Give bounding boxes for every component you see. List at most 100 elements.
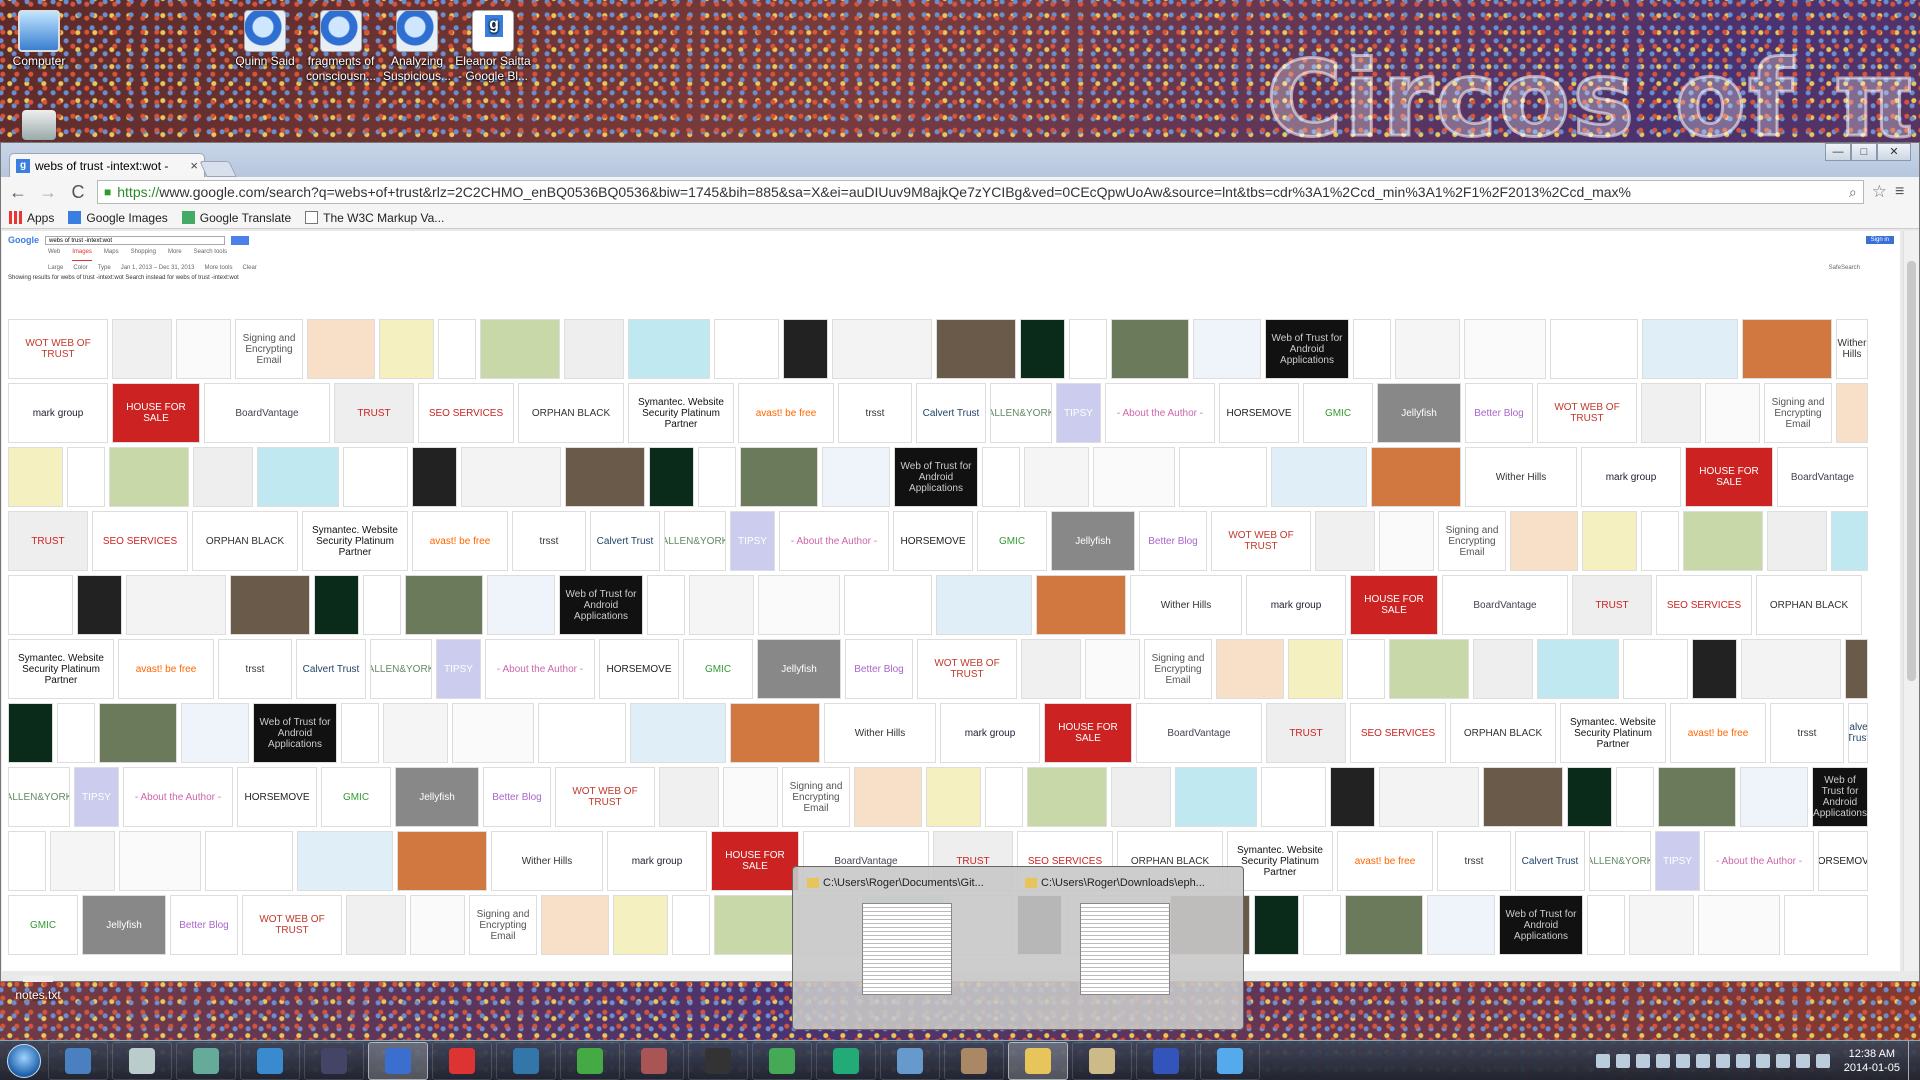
image-result-thumbnail[interactable] (1216, 639, 1284, 699)
image-result-thumbnail[interactable]: HORSEMOVE (893, 511, 973, 571)
safesearch-button[interactable]: SafeSearch (1829, 265, 1860, 271)
image-result-thumbnail[interactable] (480, 319, 560, 379)
image-result-thumbnail[interactable]: GMIC (8, 895, 78, 955)
image-result-thumbnail[interactable]: GMIC (321, 767, 391, 827)
image-result-thumbnail[interactable]: WOT WEB OF TRUST (555, 767, 655, 827)
image-result-thumbnail[interactable]: WOT WEB OF TRUST (1211, 511, 1311, 571)
image-result-thumbnail[interactable]: TRUST (8, 511, 88, 571)
image-result-thumbnail[interactable]: HORSEMOVE (237, 767, 317, 827)
image-result-thumbnail[interactable] (1698, 895, 1780, 955)
image-result-thumbnail[interactable]: mark group (8, 383, 108, 443)
image-result-thumbnail[interactable]: mark group (607, 831, 707, 891)
image-result-thumbnail[interactable]: ALLEN&YORK (664, 511, 726, 571)
image-result-thumbnail[interactable] (1845, 639, 1868, 699)
image-result-thumbnail[interactable]: - About the Author - (123, 767, 233, 827)
google-search-button[interactable] (231, 235, 249, 245)
image-result-thumbnail[interactable] (397, 831, 487, 891)
tray-icon[interactable] (1755, 1053, 1770, 1068)
image-result-thumbnail[interactable] (1567, 767, 1612, 827)
close-button[interactable]: ✕ (1877, 143, 1911, 161)
image-result-thumbnail[interactable]: GMIC (1303, 383, 1373, 443)
image-result-thumbnail[interactable] (1379, 511, 1434, 571)
preview-window-1[interactable]: C:\Users\Roger\Documents\Git... (807, 877, 1007, 995)
tray-icon[interactable] (1655, 1053, 1670, 1068)
image-result-thumbnail[interactable] (1024, 447, 1089, 507)
image-result-thumbnail[interactable]: avast! be free (412, 511, 508, 571)
search-tool-option[interactable]: More tools (204, 265, 232, 271)
taskbar-button-utorrent[interactable] (816, 1041, 876, 1080)
image-result-thumbnail[interactable] (936, 319, 1016, 379)
image-result-thumbnail[interactable] (176, 319, 231, 379)
image-result-thumbnail[interactable] (1740, 767, 1808, 827)
image-result-thumbnail[interactable] (461, 447, 561, 507)
image-result-thumbnail[interactable] (1345, 895, 1423, 955)
image-result-thumbnail[interactable] (822, 447, 890, 507)
page-scrollbar[interactable] (1903, 231, 1919, 971)
image-result-thumbnail[interactable] (67, 447, 105, 507)
image-result-thumbnail[interactable]: Symantec. Website Security Platinum Part… (1560, 703, 1666, 763)
image-result-thumbnail[interactable] (613, 895, 668, 955)
taskbar-button-windows-media[interactable] (176, 1041, 236, 1080)
image-result-thumbnail[interactable] (844, 575, 932, 635)
image-result-thumbnail[interactable] (1642, 319, 1738, 379)
tray-icon[interactable] (1675, 1053, 1690, 1068)
google-tab-more[interactable]: More (168, 249, 182, 261)
tab-close-icon[interactable]: × (190, 158, 198, 173)
image-result-thumbnail[interactable]: avast! be free (738, 383, 834, 443)
image-result-thumbnail[interactable]: Wither Hills (1836, 319, 1868, 379)
image-result-thumbnail[interactable]: BoardVantage (1777, 447, 1868, 507)
image-result-thumbnail[interactable]: ORPHAN BLACK (518, 383, 624, 443)
taskbar-button-camera[interactable] (112, 1041, 172, 1080)
image-result-thumbnail[interactable] (1085, 639, 1140, 699)
image-result-thumbnail[interactable] (50, 831, 115, 891)
image-result-thumbnail[interactable] (1692, 639, 1737, 699)
google-tab-shopping[interactable]: Shopping (131, 249, 156, 261)
taskbar-button-gimp[interactable] (944, 1041, 1004, 1080)
image-result-thumbnail[interactable] (982, 447, 1020, 507)
taskbar-button-python[interactable] (752, 1041, 812, 1080)
image-result-thumbnail[interactable] (109, 447, 189, 507)
image-result-thumbnail[interactable]: SEO SERVICES (1350, 703, 1446, 763)
image-result-thumbnail[interactable] (405, 575, 483, 635)
image-result-thumbnail[interactable]: HORSEMOVE (1219, 383, 1299, 443)
image-result-thumbnail[interactable]: SEO SERVICES (92, 511, 188, 571)
image-result-thumbnail[interactable] (112, 319, 172, 379)
forward-button[interactable]: → (37, 182, 59, 203)
image-result-thumbnail[interactable]: WOT WEB OF TRUST (1537, 383, 1637, 443)
image-result-thumbnail[interactable]: Jellyfish (1051, 511, 1135, 571)
image-result-thumbnail[interactable]: Calvert Trust (1515, 831, 1585, 891)
preview-thumbnail[interactable] (862, 903, 952, 995)
taskbar-button-explorer[interactable] (48, 1041, 108, 1080)
image-result-thumbnail[interactable] (1616, 767, 1654, 827)
image-result-thumbnail[interactable]: Web of Trust for Android Applications (559, 575, 643, 635)
image-result-thumbnail[interactable] (1767, 511, 1827, 571)
image-result-thumbnail[interactable] (363, 575, 401, 635)
taskbar-button-tools[interactable] (1072, 1041, 1132, 1080)
image-result-thumbnail[interactable] (8, 575, 73, 635)
image-result-thumbnail[interactable]: ALLEN&YORK (8, 767, 70, 827)
image-result-thumbnail[interactable] (1395, 319, 1460, 379)
image-result-thumbnail[interactable] (1483, 767, 1563, 827)
image-result-thumbnail[interactable]: trsst (1770, 703, 1844, 763)
image-result-thumbnail[interactable] (647, 575, 685, 635)
image-result-thumbnail[interactable] (1271, 447, 1367, 507)
image-result-thumbnail[interactable] (1193, 319, 1261, 379)
image-result-thumbnail[interactable]: TIPSY (436, 639, 481, 699)
desktop-icon-eleanor-saitta[interactable]: Eleanor Saitta - Google Bl... (454, 4, 532, 84)
image-result-thumbnail[interactable]: Calvert Trust (916, 383, 986, 443)
image-result-thumbnail[interactable] (1179, 447, 1267, 507)
image-result-thumbnail[interactable] (1741, 639, 1841, 699)
image-result-thumbnail[interactable] (412, 447, 457, 507)
image-result-thumbnail[interactable] (1111, 319, 1189, 379)
image-result-thumbnail[interactable] (649, 447, 694, 507)
google-search-input[interactable]: webs of trust -intext:wot (45, 235, 225, 245)
image-result-thumbnail[interactable]: Wither Hills (1465, 447, 1577, 507)
image-result-thumbnail[interactable]: mark group (1581, 447, 1681, 507)
image-result-thumbnail[interactable]: TRUST (334, 383, 414, 443)
image-result-thumbnail[interactable] (936, 575, 1032, 635)
google-tab-search-tools[interactable]: Search tools (194, 249, 227, 261)
taskbar-button-globe[interactable] (368, 1041, 428, 1080)
image-result-thumbnail[interactable]: HOUSE FOR SALE (112, 383, 200, 443)
image-result-thumbnail[interactable] (1036, 575, 1126, 635)
image-result-thumbnail[interactable] (341, 703, 379, 763)
